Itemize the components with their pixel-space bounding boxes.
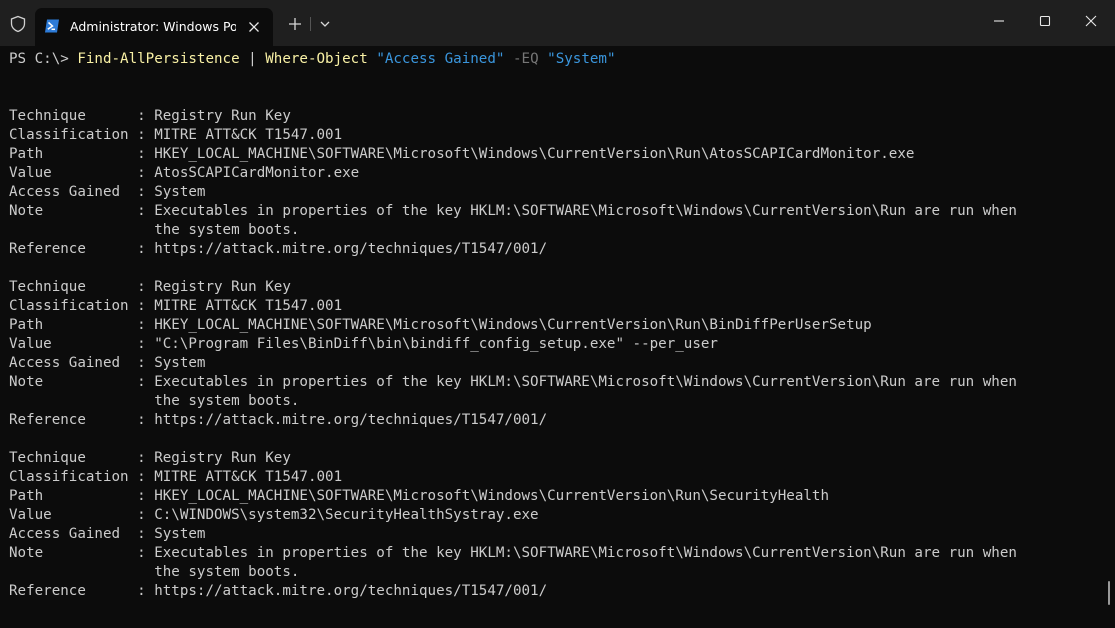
tab-administrator-powershell[interactable]: Administrator: Windows PowerShell — [35, 8, 273, 46]
result-value: Value : "C:\Program Files\BinDiff\bin\bi… — [9, 336, 718, 352]
minimize-icon — [994, 20, 1004, 22]
scrollbar[interactable] — [1104, 46, 1115, 628]
result-note-continued: the system boots. — [154, 564, 300, 580]
result-access-gained: Access Gained : System — [9, 526, 206, 542]
powershell-icon — [44, 18, 60, 34]
tab-title: Administrator: Windows PowerShell — [70, 19, 236, 34]
result-technique: Technique : Registry Run Key — [9, 279, 291, 295]
result-access-gained: Access Gained : System — [9, 355, 206, 371]
result-note: Note : Executables in properties of the … — [9, 203, 1017, 219]
result-note-continued: the system boots. — [154, 222, 300, 238]
result-access-gained: Access Gained : System — [9, 184, 206, 200]
result-note: Note : Executables in properties of the … — [9, 545, 1017, 561]
result-classification: Classification : MITRE ATT&CK T1547.001 — [9, 469, 343, 485]
tab-separator — [310, 17, 311, 31]
prompt-prefix: PS C:\> — [9, 51, 78, 67]
result-path: Path : HKEY_LOCAL_MACHINE\SOFTWARE\Micro… — [9, 317, 872, 333]
result-reference: Reference : https://attack.mitre.org/tec… — [9, 583, 548, 599]
result-value: Value : AtosSCAPICardMonitor.exe — [9, 165, 360, 181]
result-technique: Technique : Registry Run Key — [9, 450, 291, 466]
maximize-button[interactable] — [1022, 6, 1068, 36]
chevron-down-icon[interactable] — [316, 15, 334, 33]
plus-icon[interactable] — [285, 14, 305, 34]
command-line: PS C:\> Find-AllPersistence | Where-Obje… — [9, 50, 616, 69]
minimize-button[interactable] — [976, 6, 1022, 36]
result-technique: Technique : Registry Run Key — [9, 108, 291, 124]
result-path: Path : HKEY_LOCAL_MACHINE\SOFTWARE\Micro… — [9, 146, 915, 162]
close-icon — [1085, 15, 1097, 27]
close-tab-icon[interactable] — [244, 17, 264, 37]
argument-string: "System" — [547, 51, 616, 67]
scrollbar-thumb[interactable] — [1108, 581, 1110, 605]
result-classification: Classification : MITRE ATT&CK T1547.001 — [9, 127, 343, 143]
cmdlet-name: Where-Object — [265, 51, 368, 67]
terminal-output[interactable]: PS C:\> Find-AllPersistence | Where-Obje… — [0, 46, 1104, 628]
title-bar: Administrator: Windows PowerShell — [0, 0, 1115, 46]
result-reference: Reference : https://attack.mitre.org/tec… — [9, 241, 548, 257]
result-value: Value : C:\WINDOWS\system32\SecurityHeal… — [9, 507, 539, 523]
maximize-icon — [1039, 15, 1051, 27]
result-classification: Classification : MITRE ATT&CK T1547.001 — [9, 298, 343, 314]
parameter-name: -EQ — [512, 51, 539, 67]
command-name: Find-AllPersistence — [77, 51, 240, 67]
result-note: Note : Executables in properties of the … — [9, 374, 1017, 390]
shield-icon — [9, 15, 27, 33]
result-path: Path : HKEY_LOCAL_MACHINE\SOFTWARE\Micro… — [9, 488, 830, 504]
argument-string: "Access Gained" — [376, 51, 505, 67]
result-reference: Reference : https://attack.mitre.org/tec… — [9, 412, 548, 428]
result-note-continued: the system boots. — [154, 393, 300, 409]
pipe-operator: | — [239, 51, 266, 67]
terminal-window: Administrator: Windows PowerShell — [0, 0, 1115, 628]
close-window-button[interactable] — [1068, 6, 1114, 36]
